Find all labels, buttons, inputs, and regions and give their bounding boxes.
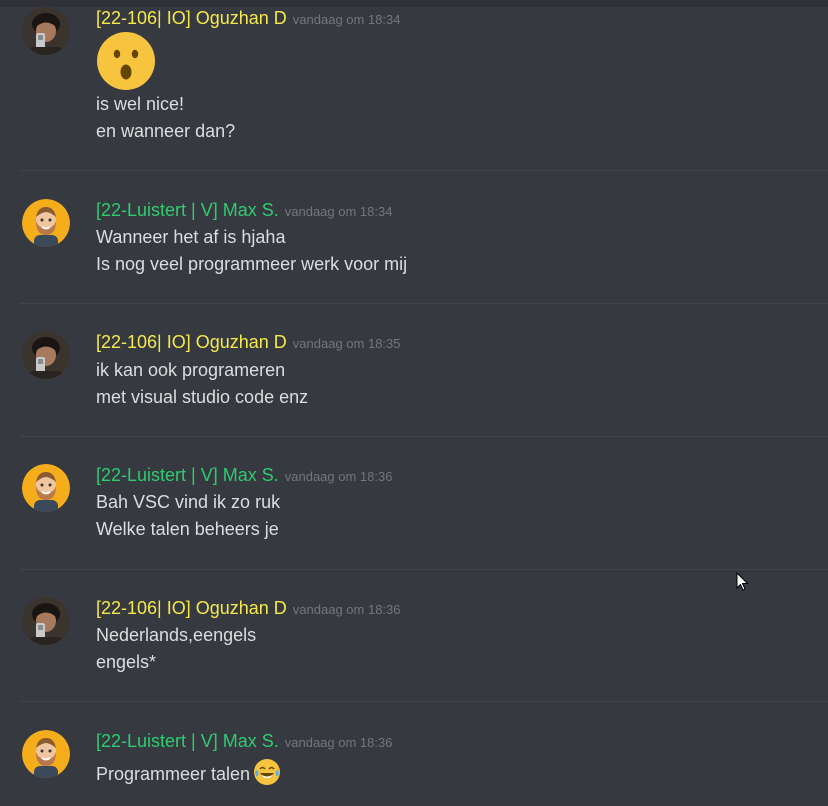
chat-messages-pane[interactable]: [22-106| IO] Oguzhan D vandaag om 18:34 i… (0, 0, 828, 806)
message-text: Bah VSC vind ik zo ruk (96, 492, 281, 512)
top-border (0, 0, 828, 7)
message-text: Wanneer het af is hjaha (96, 227, 286, 247)
avatar[interactable] (22, 7, 70, 55)
joy-face-icon[interactable] (253, 758, 281, 786)
message-text: met visual studio code enz (96, 387, 309, 407)
timestamp: vandaag om 18:36 (284, 735, 393, 750)
hushed-face-icon[interactable] (96, 31, 156, 91)
message-text: Nederlands,eengels (96, 625, 257, 645)
message-text: is wel nice! (96, 94, 185, 114)
avatar[interactable] (22, 464, 70, 512)
message-divider (20, 569, 828, 570)
username[interactable]: [22-106| IO] Oguzhan D (96, 8, 287, 28)
avatar[interactable] (22, 730, 70, 778)
timestamp: vandaag om 18:35 (292, 336, 401, 351)
message-divider (20, 170, 828, 171)
message-text: en wanneer dan? (96, 121, 236, 141)
message-text: engels* (96, 652, 157, 672)
avatar[interactable] (22, 597, 70, 645)
username[interactable]: [22-106| IO] Oguzhan D (96, 598, 287, 618)
avatar[interactable] (22, 199, 70, 247)
mouse-cursor-icon (736, 571, 750, 597)
message-divider (20, 436, 828, 437)
username[interactable]: [22-Luistert | V] Max S. (96, 200, 279, 220)
timestamp: vandaag om 18:36 (284, 469, 393, 484)
username[interactable]: [22-Luistert | V] Max S. (96, 731, 279, 751)
username[interactable]: [22-Luistert | V] Max S. (96, 465, 279, 485)
timestamp: vandaag om 18:34 (284, 204, 393, 219)
message-text: Programmeer talen (96, 758, 281, 786)
message-text-content: Programmeer talen (96, 764, 251, 784)
message-text: Is nog veel programmeer werk voor mij (96, 254, 408, 274)
message-divider (20, 701, 828, 702)
message-divider (20, 303, 828, 304)
timestamp: vandaag om 18:34 (292, 12, 401, 27)
message-text: ik kan ook programeren (96, 360, 286, 380)
username[interactable]: [22-106| IO] Oguzhan D (96, 332, 287, 352)
timestamp: vandaag om 18:36 (292, 602, 401, 617)
avatar[interactable] (22, 331, 70, 379)
message-text: Welke talen beheers je (96, 519, 279, 539)
